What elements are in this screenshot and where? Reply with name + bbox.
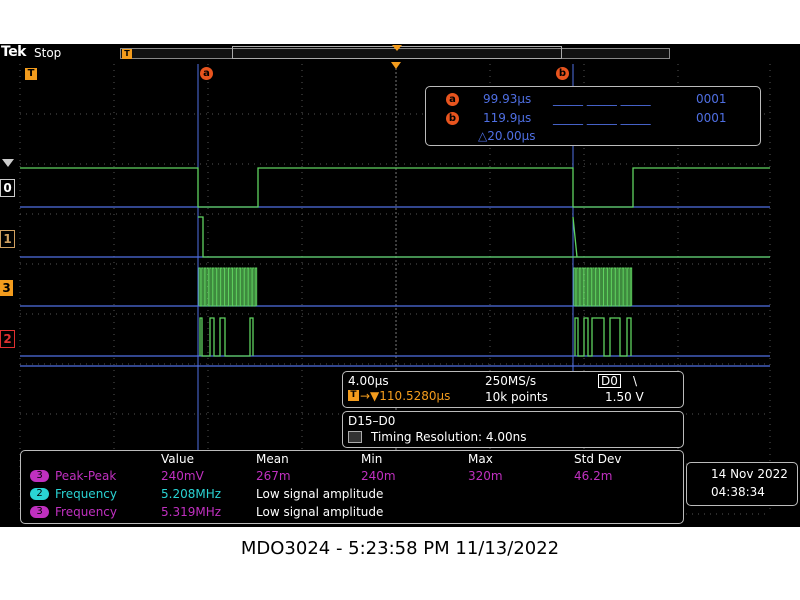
channel-label-3[interactable]: 3 <box>0 280 13 296</box>
cursor-a-bits: 0001 <box>696 92 727 106</box>
meas-header-min: Min <box>361 452 383 466</box>
meas-row1-value: 240mV <box>161 469 204 483</box>
screenshot-caption: MDO3024 - 5:23:58 PM 11/13/2022 <box>240 538 560 559</box>
trigger-position-marker[interactable]: T <box>25 68 37 80</box>
trigger-icon: T <box>348 390 359 401</box>
bus-label: D15–D0 <box>348 414 396 428</box>
trigger-slope-icon: \ <box>633 374 638 388</box>
trace-d3-burst-b <box>573 267 633 307</box>
cursor-a-badge: a <box>446 93 459 106</box>
meas-row1-stddev: 46.2m <box>574 469 613 483</box>
horizontal-scale: 4.00µs <box>348 374 389 388</box>
cursor-b-bits: 0001 <box>696 111 727 125</box>
cursor-readout-panel: a 99.93µs _____ _____ _____ 0001 b 119.9… <box>425 86 761 146</box>
meas-row3-channel: 3 <box>30 506 49 518</box>
trigger-source: D0 <box>598 374 621 388</box>
status-bar: Tek Stop T <box>0 44 800 62</box>
cursor-b-badge: b <box>446 112 459 125</box>
digital-channel-panel[interactable]: D15–D0 Timing Resolution: 4.00ns <box>342 411 684 448</box>
date-time-panel[interactable]: 14 Nov 2022 04:38:34 <box>686 462 798 506</box>
ground-level-icon <box>2 159 14 167</box>
trace-d2-b <box>574 317 632 357</box>
meas-header-stddev: Std Dev <box>574 452 622 466</box>
meas-row1-channel: 3 <box>30 470 49 482</box>
trigger-arrow-icon <box>391 62 401 69</box>
cursor-a-values: _____ _____ _____ <box>553 92 651 106</box>
channel-baselines <box>20 206 770 357</box>
timing-icon <box>348 431 362 443</box>
time: 04:38:34 <box>711 485 765 499</box>
trace-d1-b <box>572 216 578 258</box>
trace-d1 <box>198 216 770 258</box>
measurement-panel[interactable]: Value Mean Min Max Std Dev 3 Peak-Peak 2… <box>20 450 684 524</box>
brand-logo: Tek <box>1 44 27 60</box>
cursor-b-handle[interactable]: b <box>556 67 569 80</box>
trigger-position: →▼110.5280µs <box>360 389 451 403</box>
trace-d0 <box>20 167 770 208</box>
meas-row2-value: 5.208MHz <box>161 487 222 501</box>
channel-label-2[interactable]: 2 <box>0 330 15 348</box>
meas-row3-name: Frequency <box>55 505 117 519</box>
cursor-b-time: 119.9µs <box>483 111 532 125</box>
meas-header-mean: Mean <box>256 452 289 466</box>
channel-label-0[interactable]: 0 <box>0 179 15 197</box>
meas-row2-name: Frequency <box>55 487 117 501</box>
meas-header-value: Value <box>161 452 194 466</box>
meas-row1-mean: 267m <box>256 469 291 483</box>
meas-row1-name: Peak-Peak <box>55 469 117 483</box>
meas-row2-channel: 2 <box>30 488 49 500</box>
record-length: 10k points <box>485 390 548 404</box>
horizontal-trigger-panel[interactable]: 4.00µs 250MS/s D0 \ T →▼110.5280µs 10k p… <box>342 371 684 408</box>
cursor-b-values: _____ _____ _____ <box>553 111 651 125</box>
acquisition-status[interactable]: Stop <box>34 46 61 60</box>
record-trigger-marker: T <box>122 49 132 59</box>
cursor-a-handle[interactable]: a <box>200 67 213 80</box>
trigger-level: 1.50 V <box>605 390 644 404</box>
date: 14 Nov 2022 <box>711 467 788 481</box>
cursor-a-row: a <box>446 91 459 106</box>
cursor-delta: △20.00µs <box>478 129 536 143</box>
record-trigger-arrow <box>392 45 402 51</box>
trace-d2-a <box>199 317 254 357</box>
cursor-b-row: b <box>446 110 459 125</box>
meas-row1-max: 320m <box>468 469 503 483</box>
sample-rate: 250MS/s <box>485 374 537 388</box>
meas-row3-value: 5.319MHz <box>161 505 222 519</box>
channel-label-1[interactable]: 1 <box>0 230 15 248</box>
meas-row1-min: 240m <box>361 469 396 483</box>
cursor-a-time: 99.93µs <box>483 92 532 106</box>
meas-row2-mean: Low signal amplitude <box>256 487 384 501</box>
meas-header-max: Max <box>468 452 493 466</box>
burst-pulses <box>573 267 633 307</box>
oscilloscope-screen: Tek Stop T T a b 0 1 3 2 a 99.93µs _____… <box>0 44 800 527</box>
timing-resolution: Timing Resolution: 4.00ns <box>371 430 527 444</box>
meas-row3-mean: Low signal amplitude <box>256 505 384 519</box>
